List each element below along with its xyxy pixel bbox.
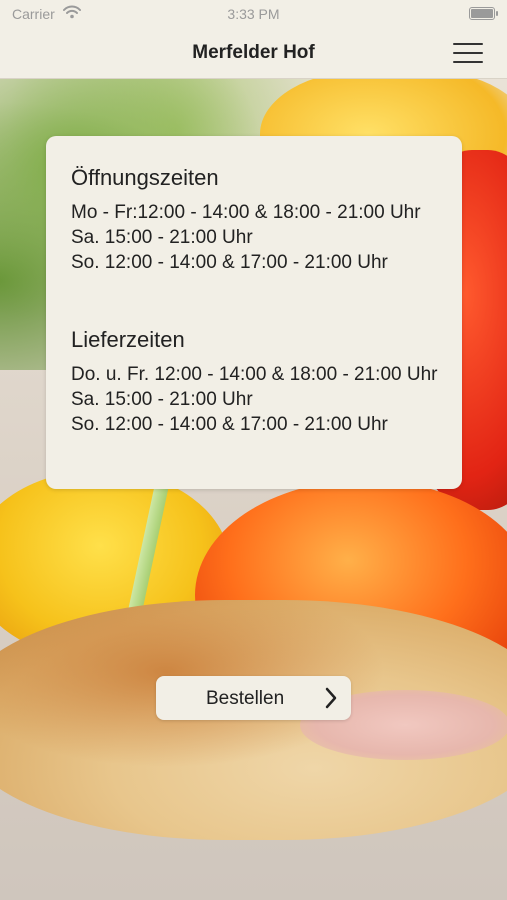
nav-title: Merfelder Hof — [192, 42, 315, 63]
opening-hours-line: So. 12:00 - 14:00 & 17:00 - 21:00 Uhr — [71, 252, 388, 273]
opening-hours-section: Öffnungszeiten Mo - Fr:12:00 - 14:00 & 1… — [71, 164, 442, 275]
opening-hours-line: Mo - Fr:12:00 - 14:00 & 18:00 - 21:00 Uh… — [71, 202, 421, 223]
delivery-hours-section: Lieferzeiten Do. u. Fr. 12:00 - 14:00 & … — [71, 326, 442, 437]
order-button-label: Bestellen — [206, 688, 285, 709]
opening-hours-lines: Mo - Fr:12:00 - 14:00 & 18:00 - 21:00 Uh… — [71, 200, 442, 275]
app-screen: Carrier 3:33 PM Merfelder Hof Öffnungsze… — [0, 0, 507, 900]
opening-hours-line: Sa. 15:00 - 21:00 Uhr — [71, 227, 253, 248]
battery-icon — [469, 7, 498, 20]
delivery-hours-line: So. 12:00 - 14:00 & 17:00 - 21:00 Uhr — [71, 414, 388, 435]
status-bar: Carrier 3:33 PM — [0, 0, 507, 28]
hours-card: Öffnungszeiten Mo - Fr:12:00 - 14:00 & 1… — [46, 136, 462, 489]
delivery-hours-line: Sa. 15:00 - 21:00 Uhr — [71, 389, 253, 410]
status-time: 3:33 PM — [227, 6, 280, 22]
delivery-hours-line: Do. u. Fr. 12:00 - 14:00 & 18:00 - 21:00… — [71, 364, 438, 385]
delivery-hours-lines: Do. u. Fr. 12:00 - 14:00 & 18:00 - 21:00… — [71, 362, 442, 437]
order-button[interactable]: Bestellen — [156, 676, 351, 720]
hamburger-menu-icon[interactable] — [453, 42, 483, 64]
chevron-right-icon — [325, 687, 337, 709]
delivery-hours-title: Lieferzeiten — [71, 327, 185, 352]
opening-hours-title: Öffnungszeiten — [71, 165, 219, 190]
navigation-bar: Merfelder Hof — [0, 28, 507, 79]
